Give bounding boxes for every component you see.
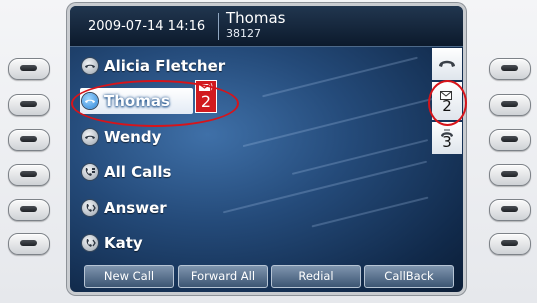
highlight-ellipse-thomas [71,80,239,127]
softkey-redial[interactable]: Redial [271,265,361,288]
all-calls-icon [82,164,98,180]
handset-icon [82,58,98,74]
softkey-forward-all[interactable]: Forward All [178,265,268,288]
softkey-bar: New Call Forward All Redial CallBack [84,265,456,288]
line-button-3[interactable] [8,129,50,151]
line-alicia-fletcher[interactable]: Alicia Fletcher [80,53,300,79]
line-button-1[interactable] [8,58,50,80]
softkey-new-call[interactable]: New Call [84,265,174,288]
ip-phone-body: 2009-07-14 14:16 Thomas 38127 Alicia Fle… [0,0,537,303]
session-button-5[interactable] [489,199,531,221]
header-divider [218,13,219,40]
session-button-6[interactable] [489,233,531,255]
softkey-callback[interactable]: CallBack [364,265,454,288]
line-wendy[interactable]: Wendy [80,124,300,150]
line-label: All Calls [104,163,172,181]
status-header: 2009-07-14 14:16 Thomas 38127 [70,6,463,47]
session-button-4[interactable] [489,164,531,186]
line-label: Answer [104,199,167,217]
line-label: Alicia Fletcher [104,57,226,75]
date-time: 2009-07-14 14:16 [88,19,206,34]
line-button-2[interactable] [8,94,50,116]
highlight-ellipse-voicemail [428,80,467,126]
answer-icon [82,235,98,251]
line-button-4[interactable] [8,164,50,186]
line-label: Wendy [104,128,162,146]
primary-line-name: Thomas [226,9,286,27]
session-handset[interactable] [432,48,462,80]
ringing-calls-count: 3 [442,133,452,151]
line-button-5[interactable] [8,199,50,221]
line-button-6[interactable] [8,233,50,255]
session-button-1[interactable] [489,58,531,80]
handset-icon [82,129,98,145]
primary-line-number: 38127 [226,27,261,40]
answer-icon [82,200,98,216]
line-all-calls[interactable]: All Calls [80,159,300,185]
session-ringing-calls[interactable]: 3 [432,122,462,154]
session-button-2[interactable] [489,94,531,116]
handset-icon [437,56,457,75]
line-label: Katy [104,234,143,252]
session-button-3[interactable] [489,129,531,151]
line-katy[interactable]: Katy [80,230,300,256]
line-answer[interactable]: Answer [80,195,300,221]
